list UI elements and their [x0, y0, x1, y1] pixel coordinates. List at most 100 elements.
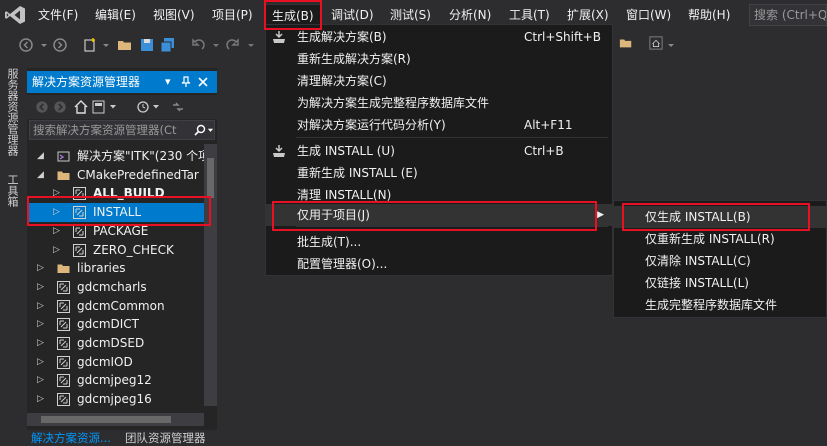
- menu-analyze[interactable]: 分析(N): [443, 4, 497, 26]
- horizontal-scrollbar[interactable]: [27, 413, 204, 426]
- forward-icon[interactable]: [53, 100, 67, 114]
- vertical-scrollbar[interactable]: [204, 144, 217, 406]
- expand-arrow-icon[interactable]: ▷: [37, 278, 47, 297]
- expand-arrow-icon[interactable]: ▷: [37, 390, 47, 409]
- expand-arrow-icon[interactable]: ▷: [37, 371, 47, 390]
- solution-search-input[interactable]: 搜索解决方案资源管理器(Ct: [29, 120, 215, 140]
- tab-team-explorer[interactable]: 团队资源管理器: [121, 430, 210, 446]
- dropdown-arrow-icon[interactable]: [207, 127, 214, 134]
- search-placeholder: 搜索解决方案资源管理器(Ct: [33, 123, 177, 137]
- tree-item[interactable]: ▷ libraries: [27, 259, 205, 278]
- menu-item-shortcut: Alt+F11: [524, 118, 573, 132]
- build-menu-item[interactable]: 清理解决方案(C): [266, 70, 612, 92]
- solution-explorer-panel: 解决方案资源管理器 ▾ 搜索解决方案资源管理器(Ct ◢ 解决方案"ITK"(23…: [27, 68, 217, 430]
- menu-window[interactable]: 窗口(W): [620, 4, 677, 26]
- dropdown-arrow-icon[interactable]: [109, 103, 117, 111]
- collapse-arrow-icon[interactable]: ◢: [37, 147, 47, 166]
- submenu-item[interactable]: 仅重新生成 INSTALL(R): [614, 228, 826, 250]
- save-icon[interactable]: [139, 37, 155, 53]
- menu-tools[interactable]: 工具(T): [503, 4, 556, 26]
- menu-item-label: 为解决方案生成完整程序数据库文件: [297, 96, 490, 110]
- submenu-item[interactable]: 生成完整程序数据库文件: [614, 294, 826, 316]
- server-explorer-tab[interactable]: 服务器资源管理器: [4, 68, 20, 156]
- tree-item[interactable]: ◢ 解决方案"ITK"(230 个项目: [27, 147, 205, 166]
- tree-item[interactable]: ◢ CMakePredefinedTar: [27, 166, 205, 185]
- build-menu-item[interactable]: 配置管理器(O)...: [266, 253, 612, 275]
- submenu-item-label: 仅链接 INSTALL(L): [645, 276, 749, 290]
- navigate-forward-icon[interactable]: [52, 37, 68, 53]
- close-icon[interactable]: [198, 77, 208, 87]
- menu-extensions[interactable]: 扩展(X): [561, 4, 615, 26]
- project-icon: [57, 299, 70, 313]
- build-menu-item[interactable]: 批生成(T)...: [266, 231, 612, 253]
- tree-item[interactable]: ▷ gdcmCommon: [27, 297, 205, 316]
- window-position-dropdown-icon[interactable]: ▾: [165, 71, 171, 93]
- collapse-arrow-icon[interactable]: ◢: [37, 166, 47, 185]
- menu-help[interactable]: 帮助(H): [682, 4, 736, 26]
- tree-item-label: gdcmjpeg16: [77, 392, 152, 407]
- submenu-item-label: 仅清除 INSTALL(C): [645, 254, 751, 268]
- new-project-icon[interactable]: [82, 37, 98, 53]
- search-icon[interactable]: [194, 124, 206, 136]
- home-toolbar-icon[interactable]: [649, 36, 663, 50]
- submenu-item[interactable]: 仅清除 INSTALL(C): [614, 250, 826, 272]
- tree-item[interactable]: ▷ gdcmDSED: [27, 334, 205, 353]
- menu-test[interactable]: 测试(S): [384, 4, 437, 26]
- menu-edit[interactable]: 编辑(E): [89, 4, 142, 26]
- menu-debug[interactable]: 调试(D): [325, 4, 380, 26]
- home-icon[interactable]: [73, 99, 89, 115]
- tab-solution-explorer[interactable]: 解决方案资源...: [27, 430, 115, 446]
- tree-item[interactable]: ▷ ZERO_CHECK: [27, 241, 205, 260]
- tree-item-label: libraries: [77, 261, 126, 276]
- submenu-item[interactable]: 仅链接 INSTALL(L): [614, 272, 826, 294]
- navigate-back-icon[interactable]: [18, 37, 34, 53]
- visual-studio-logo-icon: [5, 6, 25, 24]
- redo-icon[interactable]: [225, 37, 241, 53]
- build-menu-item[interactable]: 对解决方案运行代码分析(Y) Alt+F11: [266, 114, 612, 136]
- menu-file[interactable]: 文件(F): [32, 4, 84, 26]
- expand-arrow-icon[interactable]: ▷: [37, 315, 47, 334]
- menu-view[interactable]: 视图(V): [147, 4, 201, 26]
- tree-item[interactable]: ▷ gdcmcharls: [27, 278, 205, 297]
- highlight-build-menu: [264, 0, 322, 30]
- project-icon: [57, 355, 70, 369]
- expand-arrow-icon[interactable]: ▷: [53, 241, 63, 260]
- sync-icon[interactable]: [170, 99, 186, 115]
- tree-item[interactable]: ▷ gdcmjpeg16: [27, 390, 205, 409]
- tree-item[interactable]: ▷ gdcmDICT: [27, 315, 205, 334]
- dropdown-arrow-icon[interactable]: [152, 103, 160, 111]
- quick-launch-search[interactable]: 搜索 (Ctrl+Q): [749, 4, 827, 26]
- highlight-project-only-item: [272, 201, 597, 231]
- tree-item[interactable]: ▷ gdcmjpeg12: [27, 371, 205, 390]
- build-menu-item[interactable]: 生成 INSTALL (U) Ctrl+B: [266, 140, 612, 162]
- expand-arrow-icon[interactable]: ▷: [37, 259, 47, 278]
- build-menu-item[interactable]: 为解决方案生成完整程序数据库文件: [266, 92, 612, 114]
- toolbox-tab[interactable]: 工具箱: [4, 174, 20, 207]
- pending-changes-filter-icon[interactable]: [135, 99, 151, 115]
- save-all-icon[interactable]: [160, 37, 176, 53]
- pin-icon[interactable]: [180, 76, 192, 88]
- expand-arrow-icon[interactable]: ▷: [37, 297, 47, 316]
- open-folder-icon[interactable]: [117, 37, 133, 53]
- build-menu-item[interactable]: 重新生成 INSTALL (E): [266, 162, 612, 184]
- dropdown-arrow-icon[interactable]: [666, 40, 676, 50]
- expand-arrow-icon[interactable]: ▷: [37, 353, 47, 372]
- back-icon[interactable]: [35, 100, 49, 114]
- expand-arrow-icon[interactable]: ▷: [37, 334, 47, 353]
- tree-item[interactable]: ▷ gdcmIOD: [27, 353, 205, 372]
- dropdown-arrow-icon[interactable]: [36, 37, 52, 53]
- tree-item-label: gdcmDICT: [77, 317, 140, 332]
- folder-toolbar-icon[interactable]: [619, 36, 633, 50]
- menu-item-label: 重新生成 INSTALL (E): [297, 166, 418, 180]
- dropdown-arrow-icon[interactable]: [243, 37, 259, 53]
- menu-project[interactable]: 项目(P): [206, 4, 259, 26]
- solution-explorer-toolbar: [27, 95, 217, 119]
- dropdown-arrow-icon[interactable]: [208, 37, 224, 53]
- menu-item-label: 批生成(T)...: [297, 235, 362, 249]
- menu-item-shortcut: Ctrl+B: [524, 144, 564, 158]
- switch-views-icon[interactable]: [91, 99, 107, 115]
- build-menu-item[interactable]: 重新生成解决方案(R): [266, 48, 612, 70]
- dropdown-arrow-icon[interactable]: [98, 37, 114, 53]
- menu-separator: [296, 137, 608, 138]
- undo-icon[interactable]: [190, 37, 206, 53]
